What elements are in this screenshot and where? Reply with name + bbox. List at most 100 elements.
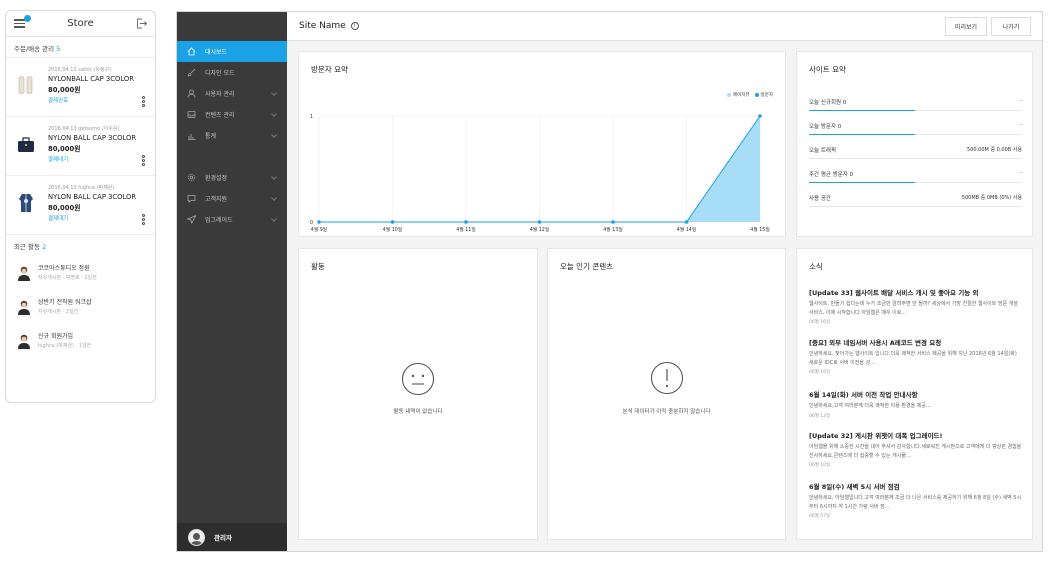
chevron-down-icon (271, 195, 277, 201)
inbox-icon (187, 111, 196, 118)
users-icon (187, 89, 196, 98)
card-title: 소식 (809, 262, 823, 271)
sidebar-item-settings[interactable]: 환경설정 (177, 167, 287, 188)
sidebar-item-label: 디자인 모드 (205, 70, 235, 77)
chevron-down-icon (271, 111, 277, 117)
order-price: 80,000원 (48, 86, 81, 94)
visitor-summary-card: 방문자 요약 페이지뷰 방문자 0 1 4월 9일 4월 10일 4월 11일 4월 12… (299, 52, 785, 236)
summary-row: 주간 평균 방문자 0 - (809, 159, 1022, 183)
news-body: 안녕하세요,고객 여러분께 더욱 쾌적한 이용 환경을 제공... (809, 403, 931, 409)
y-tick-label: 0 (310, 220, 313, 226)
sidebar-item-label: 컨텐츠 관리 (205, 112, 235, 119)
empty-message: 활동 내역이 없습니다 (393, 409, 443, 415)
summary-value: - (1020, 170, 1022, 176)
user-name: 관리자 (214, 534, 232, 542)
sidebar-item-label: 환경설정 (205, 175, 228, 182)
news-item[interactable]: [Update 33] 웹사이트 배달 서비스 개시 및 좋아요 기능 외 웹사… (809, 287, 1022, 325)
site-summary-card: 사이트 요약 오늘 신규회원 0 - 오늘 방문자 0 - 오늘 트래픽 500… (797, 52, 1032, 236)
sidebar-item-upgrade[interactable]: 업그레이드 (177, 209, 287, 230)
sidebar-item-support[interactable]: 고객지원 (177, 188, 287, 209)
sidebar-item-dashboard[interactable]: 대시보드 (177, 41, 287, 62)
admin-window: 대시보드 디자인 모드 사용자 관리 컨텐츠 관리 통계 환경설정 고객지원 업… (176, 11, 1043, 552)
sidebar-item-label: 업그레이드 (205, 217, 233, 224)
preview-button[interactable]: 미리보기 (945, 17, 987, 36)
sidebar-item-users[interactable]: 사용자 관리 (177, 83, 287, 104)
notification-dot (24, 15, 31, 22)
avatar (18, 334, 30, 349)
news-item[interactable]: [Update 32] 게시판 위젯이 대폭 업그레이드! 아임웹을 위해 소중… (809, 430, 1022, 468)
order-price: 80,000원 (48, 204, 81, 212)
activity-item[interactable]: 코코아스튜디오 정원 자유게시판 · 박명호 · 1일전 (6, 256, 155, 290)
order-product-name: NYLONBALL CAP 3COLOR (48, 75, 134, 83)
alert-icon (650, 361, 684, 395)
avatar (18, 300, 30, 315)
news-body: 웹사이트, 만들기 쉽다는데 누가 조금만 알려주면 안 될까? 세상에서 가장… (809, 301, 1018, 316)
more-icon[interactable] (142, 214, 146, 225)
activity-section-title: 최근 활동 2 (14, 243, 47, 251)
sidebar-item-label: 통계 (205, 133, 217, 140)
bag-icon (18, 137, 34, 152)
sidebar-item-design[interactable]: 디자인 모드 (177, 62, 287, 83)
activity-item[interactable]: 상반기 전직원 워크샵 자유게시판 · 2일전 (6, 290, 155, 324)
bar-chart-icon (188, 134, 196, 140)
sidebar-user[interactable]: 관리자 (177, 523, 287, 551)
chevron-down-icon (271, 90, 277, 96)
chevron-down-icon (271, 174, 277, 180)
activity-item[interactable]: 신규 회원가입 highca (박재완) · 1일전 (6, 324, 155, 358)
x-tick-label: 4월 12일 (530, 226, 550, 233)
activity-count: 2 (42, 243, 47, 251)
x-tick-label: 4월 13일 (603, 226, 623, 233)
summary-row: 오늘 신규회원 0 - (809, 87, 1022, 111)
activity-title: 코코아스튜디오 정원 (38, 265, 90, 272)
summary-value: - (1020, 98, 1022, 104)
news-date: 06월 13일 (809, 413, 831, 419)
x-tick-label: 4월 9일 (311, 226, 327, 233)
order-meta: 2016.04.13 highca (박재완) (48, 185, 115, 191)
sidebar-item-contents[interactable]: 컨텐츠 관리 (177, 104, 287, 125)
activity-title: 신규 회원가입 (38, 333, 74, 340)
sidebar-item-label: 사용자 관리 (205, 91, 235, 98)
orders-count: 5 (56, 45, 61, 53)
exit-button[interactable]: 나가기 (991, 17, 1031, 36)
news-body: 안녕하세요, 찾아가는 웹사이트 입니다.더욱 쾌적한 서비스 제공을 위해 지… (809, 351, 1017, 366)
news-item[interactable]: [중요] 외부 네임서버 사용시 A레코드 변경 요청 안녕하세요, 찾아가는 … (809, 337, 1022, 375)
chevron-down-icon (271, 216, 277, 222)
order-product-name: NYLON BALL CAP 3COLOR (48, 193, 137, 201)
activity-sub: 자유게시판 · 2일전 (38, 309, 79, 315)
sidebar-item-label: 고객지원 (205, 196, 228, 203)
more-icon[interactable] (142, 155, 146, 166)
summary-value: 500.00M 중 0.00B 사용 (967, 147, 1022, 153)
order-item[interactable]: 2016.04.13 sailor (유정구) NYLONBALL CAP 3C… (6, 58, 155, 117)
news-item[interactable]: 6월 14일(화) 서버 이전 작업 안내사항 안녕하세요,고객 여러분께 더욱… (809, 389, 1022, 419)
neutral-face-icon (401, 362, 435, 396)
card-title: 오늘 인기 콘텐츠 (560, 262, 614, 271)
summary-row: 오늘 트래픽 500.00M 중 0.00B 사용 (809, 135, 1022, 159)
card-title: 활동 (311, 262, 325, 271)
news-item[interactable]: 6월 8일(수) 새벽 5시 서버 점검 안녕하세요, 아임웹입니다.고객 여러… (809, 481, 1022, 519)
visitor-chart: 0 1 4월 9일 4월 10일 4월 11일 4월 12일 4월 13일 4월 14일 4월 … (310, 114, 770, 233)
y-tick-label: 1 (310, 114, 313, 120)
order-item[interactable]: 2016.04.13 getsumo (이수웅) NYLON BALL CAP … (6, 117, 155, 176)
top-bar: Site Name i 미리보기 나가기 (287, 12, 1042, 41)
menu-icon[interactable] (14, 15, 31, 29)
store-title: Store (67, 18, 94, 29)
site-name: Site Name (299, 21, 346, 31)
order-product-name: NYLON BALL CAP 3COLOR (48, 134, 137, 142)
chat-icon (187, 195, 196, 203)
card-title: 사이트 요약 (809, 65, 846, 74)
activity-title: 상반기 전직원 워크샵 (38, 299, 92, 306)
info-icon[interactable]: i (350, 22, 359, 30)
order-item[interactable]: 2016.04.13 highca (박재완) NYLON BALL CAP 3… (6, 176, 155, 235)
more-icon[interactable] (142, 96, 146, 107)
jacket-icon (19, 194, 33, 212)
x-tick-label: 4월 11일 (456, 226, 476, 233)
logout-icon[interactable] (136, 18, 147, 29)
news-card: 소식 [Update 33] 웹사이트 배달 서비스 개시 및 좋아요 기능 외… (797, 249, 1032, 539)
send-icon (187, 215, 196, 224)
gear-icon (187, 173, 196, 182)
data-point (758, 114, 762, 118)
empty-message: 분석 데이터가 아직 충분하지 않습니다 (622, 409, 711, 415)
summary-label: 주간 평균 방문자 0 (809, 172, 854, 178)
order-status: 결제대기 (48, 216, 69, 222)
sidebar-item-stats[interactable]: 통계 (177, 125, 287, 146)
